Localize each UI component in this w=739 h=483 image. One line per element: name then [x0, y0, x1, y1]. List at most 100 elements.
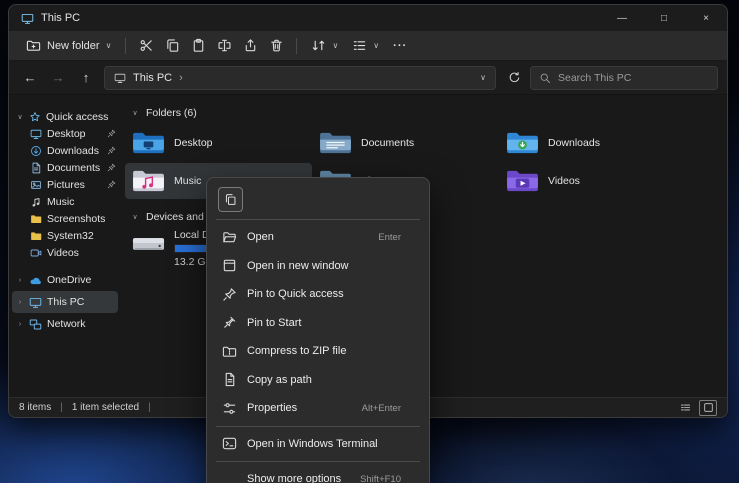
- sidebar-item-screenshots[interactable]: Screenshots: [9, 210, 121, 227]
- properties-icon: [222, 401, 237, 416]
- desktop-background: { "icons": { "chevron_down": "∨", "chevr…: [0, 0, 739, 483]
- star-icon: [29, 111, 41, 123]
- up-button[interactable]: ↑: [74, 66, 98, 90]
- paste-icon: [191, 38, 206, 53]
- folder-tile-downloads[interactable]: Downloads: [499, 125, 686, 161]
- sidebar-item-network[interactable]: › Network: [9, 313, 121, 335]
- maximize-button[interactable]: □: [643, 5, 685, 31]
- items-count: 8 items: [19, 402, 51, 413]
- pin-icon: [107, 146, 116, 155]
- menu-item-pin-to-start[interactable]: Pin to Start: [211, 309, 425, 338]
- icon-spacer: [222, 472, 237, 483]
- folder-tile-desktop[interactable]: Desktop: [125, 125, 312, 161]
- toolbar-divider: [125, 38, 126, 54]
- monitor-icon: [29, 296, 42, 309]
- close-button[interactable]: ×: [685, 5, 727, 31]
- chevron-down-icon[interactable]: ∨: [480, 73, 486, 82]
- status-divider: |: [148, 402, 151, 413]
- chevron-down-icon[interactable]: ∨: [16, 113, 24, 121]
- chevron-right-icon[interactable]: ›: [16, 321, 24, 328]
- copy-button[interactable]: [159, 35, 185, 57]
- sidebar-item-this-pc[interactable]: › This PC: [12, 291, 118, 313]
- context-menu: Open Enter Open in new window Pin to Qui…: [206, 177, 430, 483]
- address-bar[interactable]: This PC › ∨: [104, 66, 496, 90]
- shortcut-label: Shift+F10: [360, 474, 401, 483]
- folders-section-header[interactable]: ∨ Folders (6): [131, 107, 727, 119]
- sidebar-item-desktop[interactable]: Desktop: [9, 125, 121, 142]
- refresh-icon: [508, 71, 521, 84]
- pin-to-start-icon: [222, 315, 237, 330]
- menu-item-pin-to-quick-access[interactable]: Pin to Quick access: [211, 280, 425, 309]
- menu-item-show-more-options[interactable]: Show more options Shift+F10: [211, 465, 425, 483]
- monitor-icon: [30, 128, 42, 140]
- cut-button[interactable]: [133, 35, 159, 57]
- sidebar-item-quick-access[interactable]: ∨ Quick access: [9, 108, 121, 125]
- forward-button[interactable]: →: [46, 66, 70, 90]
- chevron-down-icon[interactable]: ∨: [131, 213, 139, 221]
- menu-item-open[interactable]: Open Enter: [211, 223, 425, 252]
- terminal-icon: [222, 436, 237, 451]
- rename-button[interactable]: [211, 35, 237, 57]
- folder-tile-videos[interactable]: Videos: [499, 163, 686, 199]
- new-folder-button[interactable]: New folder ∨: [19, 35, 118, 56]
- menu-item-copy-as-path[interactable]: Copy as path: [211, 366, 425, 395]
- zip-folder-icon: [222, 344, 237, 359]
- sidebar-item-onedrive[interactable]: › OneDrive: [9, 269, 121, 291]
- back-button[interactable]: ←: [18, 66, 42, 90]
- sidebar-item-music[interactable]: Music: [9, 193, 121, 210]
- toolbar-divider: [296, 38, 297, 54]
- navigation-pane: ∨ Quick access Desktop Downloads Documen…: [9, 95, 121, 397]
- chevron-down-icon[interactable]: ∨: [131, 109, 139, 117]
- share-icon: [243, 38, 258, 53]
- menu-divider: [216, 426, 420, 427]
- menu-item-properties[interactable]: Properties Alt+Enter: [211, 394, 425, 423]
- sidebar-item-pictures[interactable]: Pictures: [9, 176, 121, 193]
- refresh-button[interactable]: [502, 66, 526, 90]
- menu-item-compress-to-zip[interactable]: Compress to ZIP file: [211, 337, 425, 366]
- minimize-button[interactable]: —: [601, 5, 643, 31]
- sidebar-item-downloads[interactable]: Downloads: [9, 142, 121, 159]
- copy-icon: [165, 38, 180, 53]
- copy-quick-action-button[interactable]: [218, 187, 243, 212]
- search-icon: [539, 72, 551, 84]
- sidebar-item-videos[interactable]: Videos: [9, 244, 121, 261]
- command-bar: New folder ∨ ∨ ∨ ···: [9, 31, 727, 61]
- view-button[interactable]: ∨: [345, 35, 386, 56]
- search-input[interactable]: Search This PC: [530, 66, 718, 90]
- chevron-right-icon[interactable]: ›: [16, 299, 24, 306]
- music-folder-icon: [132, 168, 165, 194]
- chevron-right-icon[interactable]: ›: [179, 72, 183, 84]
- sort-icon: [311, 38, 326, 53]
- menu-item-open-in-windows-terminal[interactable]: Open in Windows Terminal: [211, 430, 425, 459]
- shortcut-label: Alt+Enter: [362, 403, 401, 414]
- folder-tile-documents[interactable]: Documents: [312, 125, 499, 161]
- folder-icon: [30, 213, 42, 225]
- see-more-button[interactable]: ···: [386, 37, 414, 55]
- rename-icon: [217, 38, 232, 53]
- sort-button[interactable]: ∨: [304, 35, 345, 56]
- this-pc-icon: [114, 72, 126, 84]
- breadcrumb[interactable]: This PC: [133, 72, 172, 84]
- new-window-icon: [222, 258, 237, 273]
- hard-drive-icon: [132, 230, 165, 258]
- share-button[interactable]: [237, 35, 263, 57]
- chevron-down-icon: ∨: [106, 41, 112, 50]
- sidebar-item-documents[interactable]: Documents: [9, 159, 121, 176]
- document-icon: [30, 162, 42, 174]
- download-icon: [30, 145, 42, 157]
- paste-button[interactable]: [185, 35, 211, 57]
- cloud-icon: [29, 274, 42, 287]
- shortcut-label: Enter: [378, 232, 401, 243]
- sidebar-item-system32[interactable]: System32: [9, 227, 121, 244]
- details-view-button[interactable]: [676, 400, 694, 416]
- menu-item-open-in-new-window[interactable]: Open in new window: [211, 252, 425, 281]
- icons-view-button[interactable]: [699, 400, 717, 416]
- icons-view-icon: [703, 402, 714, 413]
- chevron-right-icon[interactable]: ›: [16, 277, 24, 284]
- search-placeholder: Search This PC: [558, 72, 631, 84]
- documents-folder-icon: [319, 130, 352, 156]
- window-title: This PC: [41, 12, 80, 24]
- selected-count: 1 item selected: [72, 402, 139, 413]
- title-bar[interactable]: This PC — □ ×: [9, 5, 727, 31]
- delete-button[interactable]: [263, 35, 289, 57]
